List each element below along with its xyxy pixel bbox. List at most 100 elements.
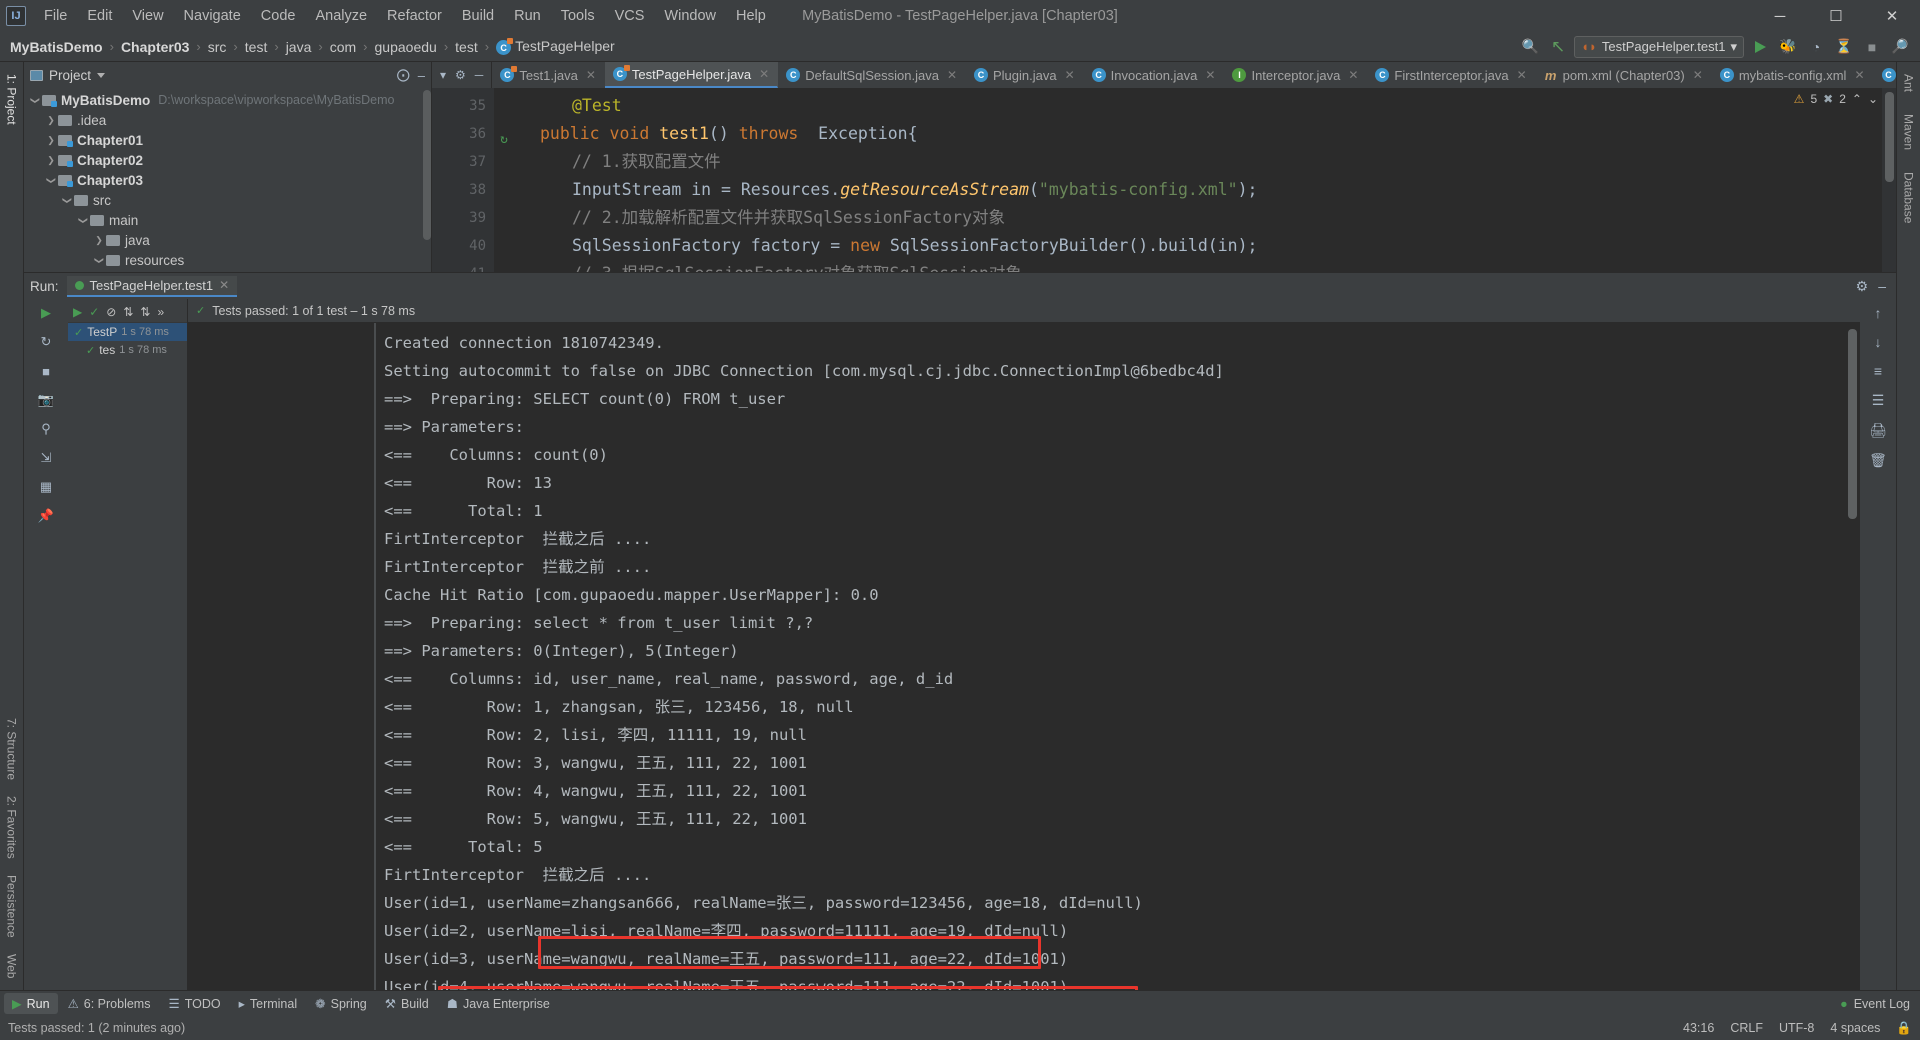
editor-scrollbar[interactable] <box>1885 92 1894 182</box>
file-encoding[interactable]: UTF-8 <box>1779 1021 1814 1035</box>
override-icon[interactable]: ↻ <box>500 126 508 154</box>
editor-tab-defaultsqlsession-java[interactable]: C DefaultSqlSession.java ✕ <box>778 62 966 88</box>
maximize-button[interactable]: ☐ <box>1808 0 1864 32</box>
chevron-down-icon[interactable]: ⌄ <box>1868 92 1878 106</box>
close-button[interactable]: ✕ <box>1864 0 1920 32</box>
tree-node-java[interactable]: ❯ java <box>24 230 431 250</box>
editor-tab-interceptor-java[interactable]: I Interceptor.java ✕ <box>1224 62 1367 88</box>
run-session-tab[interactable]: TestPageHelper.test1 ✕ <box>66 275 238 297</box>
breadcrumb-item-testpagehelper[interactable]: C TestPageHelper <box>492 36 619 58</box>
chevron-down-icon[interactable]: ❯ <box>94 253 105 267</box>
menu-item-help[interactable]: Help <box>726 4 776 28</box>
chevron-down-icon[interactable]: ❯ <box>78 213 89 227</box>
project-scrollbar[interactable] <box>423 90 431 240</box>
breadcrumb-item-mybatisdemo[interactable]: MyBatisDemo <box>6 37 107 57</box>
code-editor[interactable]: 3536↻3738394041 @Testpublic void test1()… <box>432 88 1896 272</box>
play-icon[interactable]: ▶ <box>73 305 82 319</box>
close-icon[interactable]: ✕ <box>586 68 596 82</box>
test-results-tree[interactable]: ▶ ✓ ⊘ ⇅ ⇅ » ✓ TestP 1 s 78 ms ✓ tes 1 s 78 ms <box>68 299 188 990</box>
menu-item-tools[interactable]: Tools <box>551 4 605 28</box>
editor-tab-pom-xml--chapter03-[interactable]: m pom.xml (Chapter03) ✕ <box>1536 62 1712 88</box>
scroll-up-icon[interactable]: ↑ <box>1875 305 1882 321</box>
console-scrollbar[interactable] <box>1848 329 1857 519</box>
sidebar-item-favorites[interactable]: 2: Favorites <box>5 790 19 865</box>
run-configuration-selector[interactable]: ◖◗ TestPageHelper.test1 ▾ <box>1574 35 1744 58</box>
tree-node-main[interactable]: ❯ main <box>24 210 431 230</box>
minimize-button[interactable]: ─ <box>1752 0 1808 32</box>
search-icon[interactable]: 🔎 <box>1888 35 1912 59</box>
wrap-icon[interactable]: ≡ <box>1874 363 1882 379</box>
close-icon[interactable]: ✕ <box>947 68 957 82</box>
caret-position[interactable]: 43:16 <box>1683 1021 1714 1035</box>
lock-icon[interactable]: 🔒 <box>1896 1021 1912 1036</box>
menu-item-view[interactable]: View <box>122 4 173 28</box>
chevron-down-icon[interactable]: ❯ <box>46 173 57 187</box>
sidebar-item-project[interactable]: 1: Project <box>5 68 19 131</box>
tree-node-src[interactable]: ❯ src <box>24 190 431 210</box>
menu-item-analyze[interactable]: Analyze <box>305 4 377 28</box>
close-icon[interactable]: ✕ <box>219 278 229 292</box>
editor-tab-testpagehelper-java[interactable]: C TestPageHelper.java ✕ <box>604 62 779 88</box>
bottom-tab-6--problems[interactable]: ⚠ 6: Problems <box>60 993 159 1014</box>
soft-wrap-icon[interactable]: ☰ <box>1872 392 1885 409</box>
sidebar-item-database[interactable]: Database <box>1902 166 1916 229</box>
gear-icon[interactable]: ⚙ <box>1856 278 1869 295</box>
bottom-tab-todo[interactable]: ☰ TODO <box>160 993 228 1014</box>
code-content[interactable]: @Test public void test1() throws Exceptio… <box>494 88 1882 272</box>
editor-tab-mybatis-config-xml[interactable]: Cmybatis-config.xml ✕ <box>1712 62 1874 88</box>
close-icon[interactable]: ✕ <box>1854 68 1864 82</box>
menu-item-vcs[interactable]: VCS <box>605 4 655 28</box>
pin-icon[interactable]: 📌 <box>35 506 57 526</box>
close-icon[interactable]: ✕ <box>1065 68 1075 82</box>
line-separator[interactable]: CRLF <box>1730 1021 1763 1035</box>
menu-item-build[interactable]: Build <box>452 4 504 28</box>
tree-node-mybatisdemo[interactable]: ❯ MyBatisDemo D:\workspace\vipworkspace\My… <box>24 90 431 110</box>
run-icon[interactable] <box>1748 35 1772 59</box>
bottom-tab-build[interactable]: ⚒ Build <box>377 993 437 1014</box>
breadcrumb-item-test[interactable]: test <box>241 37 272 57</box>
filter-icon[interactable]: ⚲ <box>35 419 57 439</box>
chevron-down-icon[interactable] <box>97 72 106 78</box>
breadcrumb-item-com[interactable]: com <box>326 37 360 57</box>
menu-item-window[interactable]: Window <box>654 4 726 28</box>
close-icon[interactable]: ✕ <box>1517 68 1527 82</box>
close-icon[interactable]: ✕ <box>1693 68 1703 82</box>
chevron-down-icon[interactable]: ❯ <box>62 193 73 207</box>
close-icon[interactable]: ✕ <box>1205 68 1215 82</box>
export-icon[interactable]: ⇲ <box>35 448 57 468</box>
check-icon[interactable]: ✓ <box>89 305 99 319</box>
editor-tab-plugin-java[interactable]: C Plugin.java ✕ <box>966 62 1084 88</box>
breadcrumb-item-src[interactable]: src <box>204 37 231 57</box>
tree-node-mapper[interactable]: ❯mapper <box>24 270 431 272</box>
event-log-button[interactable]: ● Event Log <box>1840 997 1916 1011</box>
search-everywhere-icon[interactable]: 🔍 <box>1518 35 1542 59</box>
stop-icon[interactable]: ■ <box>35 361 57 381</box>
camera-icon[interactable]: 📷 <box>35 390 57 410</box>
chevron-right-icon[interactable]: ❯ <box>44 155 58 166</box>
test-node[interactable]: ✓ TestP 1 s 78 ms <box>68 323 187 341</box>
project-tree[interactable]: ❯ MyBatisDemo D:\workspace\vipworkspace\My… <box>24 88 431 272</box>
chevron-down-icon[interactable]: ▾ <box>1730 39 1737 55</box>
chevron-down-icon[interactable]: ❯ <box>30 93 41 107</box>
bottom-tab-run[interactable]: ▶ Run <box>4 993 58 1014</box>
inspection-widget[interactable]: ⚠ 5 ✖ 2 ⌃ ⌄ <box>1794 92 1878 106</box>
rerun-failed-icon[interactable]: ↻ <box>35 332 57 352</box>
tree-node--idea[interactable]: ❯ .idea <box>24 110 431 130</box>
tree-node-resources[interactable]: ❯ resources <box>24 250 431 270</box>
rerun-icon[interactable]: ▶ <box>35 303 57 323</box>
menu-item-run[interactable]: Run <box>504 4 551 28</box>
sidebar-item-ant[interactable]: Ant <box>1902 68 1916 98</box>
bottom-tab-terminal[interactable]: ▸ Terminal <box>231 993 306 1014</box>
ban-icon[interactable]: ⊘ <box>106 305 116 319</box>
trash-icon[interactable]: 🗑 <box>1869 452 1887 469</box>
print-icon[interactable]: 🖨 <box>1869 422 1887 439</box>
tree-node-chapter01[interactable]: ❯ Chapter01 <box>24 130 431 150</box>
back-arrow-icon[interactable]: ↖ <box>1546 35 1570 59</box>
coverage-icon[interactable]: ◔ <box>1804 35 1828 59</box>
chevron-right-icon[interactable]: ❯ <box>44 115 58 126</box>
menu-item-edit[interactable]: Edit <box>77 4 122 28</box>
menu-item-file[interactable]: File <box>34 4 77 28</box>
menu-item-navigate[interactable]: Navigate <box>174 4 251 28</box>
breadcrumb-item-test[interactable]: test <box>451 37 482 57</box>
editor-tab-map-java[interactable]: CMap.java✕ <box>1874 62 1896 88</box>
